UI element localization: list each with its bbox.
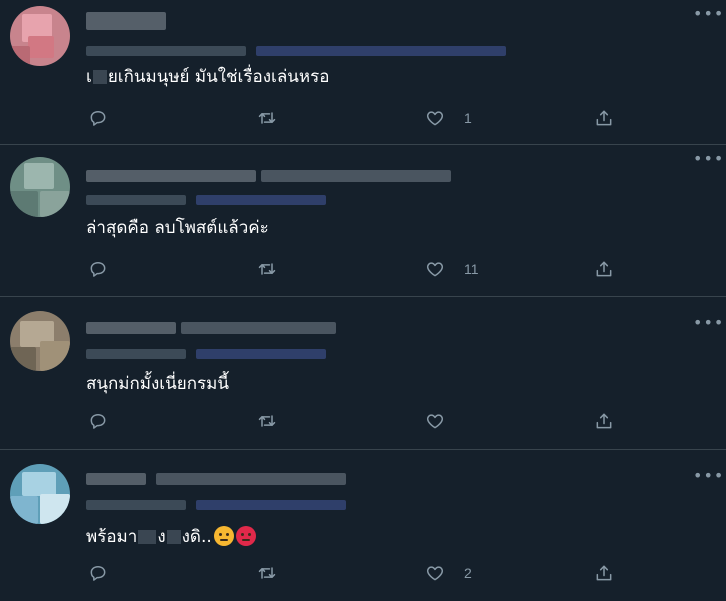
tweet-text: ล่าสุดคือ ลบโพสต์แล้วค่ะ (86, 218, 269, 238)
replying-to (86, 498, 356, 512)
share-button[interactable] (594, 561, 614, 585)
reply-icon (90, 262, 106, 277)
retweet-icon (258, 567, 276, 579)
avatar[interactable] (10, 6, 70, 66)
reply-button[interactable] (88, 106, 127, 130)
like-button[interactable]: 11 (425, 257, 479, 281)
reply-icon (90, 111, 106, 126)
retweet-icon (258, 415, 276, 427)
like-count: 2 (464, 565, 472, 581)
tweet-text-part: เ (86, 67, 92, 87)
avatar[interactable] (10, 157, 70, 217)
author-name[interactable] (86, 319, 346, 337)
tweet-actions: 11 (86, 257, 626, 281)
share-icon (596, 413, 612, 429)
tweet-text: พร้อมา ง งดิ.. (86, 526, 256, 548)
more-icon[interactable]: ••• (693, 468, 723, 484)
tweet-reply[interactable]: ••• ล่าสุดคือ ลบโพสต์แล้วค่ะ 11 (0, 145, 726, 297)
censored-text (166, 530, 181, 544)
tweet-reply[interactable]: ••• เ ยเกินมนุษย์ มันใช่เรื่องเล่นหรอ 1 (0, 0, 726, 145)
tweet-actions: 1 (86, 106, 626, 130)
pouting-face-emoji (235, 526, 256, 546)
reply-button[interactable] (88, 409, 127, 433)
share-button[interactable] (594, 257, 614, 281)
reply-icon (90, 566, 106, 581)
share-icon (596, 261, 612, 277)
avatar[interactable] (10, 464, 70, 524)
share-icon (596, 565, 612, 581)
more-icon[interactable]: ••• (693, 151, 723, 167)
tweet-text-part: พร้อมา (86, 527, 138, 547)
tweet-text: สนุกม่กมั้งเนี่ยกรมนี้ (86, 374, 229, 394)
censored-text (138, 530, 157, 544)
tweet-actions: 2 (86, 561, 626, 585)
like-button[interactable] (425, 409, 464, 433)
like-count: 11 (464, 261, 479, 277)
heart-icon (426, 414, 444, 429)
replying-to (86, 193, 336, 207)
tweet-text-part: งดิ.. (181, 527, 212, 547)
tweet-text-part: ง (157, 527, 166, 547)
share-button[interactable] (594, 106, 614, 130)
reply-icon (90, 414, 106, 429)
angry-face-emoji (213, 526, 234, 546)
share-button[interactable] (594, 409, 614, 433)
reply-button[interactable] (88, 561, 127, 585)
more-icon[interactable]: ••• (693, 315, 723, 331)
tweet-actions (86, 409, 626, 433)
retweet-button[interactable] (257, 106, 296, 130)
author-name[interactable] (86, 470, 356, 488)
heart-icon (426, 566, 444, 581)
heart-icon (426, 262, 444, 277)
more-icon[interactable]: ••• (693, 6, 723, 22)
like-button[interactable]: 1 (425, 106, 472, 130)
replying-to (86, 44, 506, 58)
retweet-button[interactable] (257, 561, 296, 585)
tweet-text-part: ยเกินมนุษย์ มันใช่เรื่องเล่นหรอ (107, 67, 330, 87)
like-count: 1 (464, 110, 472, 126)
author-name[interactable] (86, 12, 166, 30)
retweet-icon (258, 112, 276, 124)
avatar[interactable] (10, 311, 70, 371)
tweet-reply[interactable]: ••• พร้อมา ง งดิ.. 2 (0, 450, 726, 601)
tweet-reply[interactable]: ••• สนุกม่กมั้งเนี่ยกรมนี้ (0, 297, 726, 450)
heart-icon (426, 111, 444, 126)
retweet-button[interactable] (257, 409, 296, 433)
reply-button[interactable] (88, 257, 127, 281)
censored-text (92, 70, 107, 84)
share-icon (596, 110, 612, 126)
author-name[interactable] (86, 167, 466, 185)
like-button[interactable]: 2 (425, 561, 472, 585)
retweet-button[interactable] (257, 257, 296, 281)
tweet-text: เ ยเกินมนุษย์ มันใช่เรื่องเล่นหรอ (86, 66, 329, 88)
retweet-icon (258, 263, 276, 275)
replying-to (86, 347, 336, 361)
